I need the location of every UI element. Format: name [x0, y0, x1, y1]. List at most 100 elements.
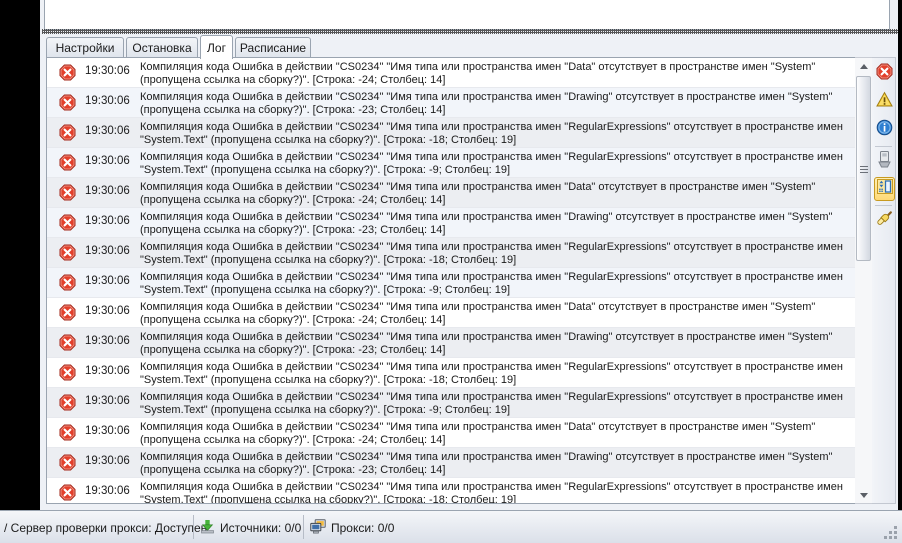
log-row-time: 19:30:06: [85, 95, 130, 107]
error-icon: [59, 94, 76, 111]
status-bar: / Сервер проверки прокси: Доступен Источ…: [0, 510, 902, 543]
table-row[interactable]: 19:30:06 Компиляция кода Ошибка в действи…: [47, 328, 858, 358]
table-row[interactable]: 19:30:06 Компиляция кода Ошибка в действи…: [47, 298, 858, 328]
log-toolbar: [872, 57, 896, 504]
status-proxy-count-label: Прокси: 0/0: [331, 520, 395, 535]
tab-label: Расписание: [239, 41, 307, 55]
info-filter-button[interactable]: [874, 118, 895, 142]
log-row-message: Компиляция кода Ошибка в действии "CS023…: [140, 271, 843, 297]
table-row[interactable]: 19:30:06 Компиляция кода Ошибка в действи…: [47, 418, 858, 448]
status-proxy-server: / Сервер проверки прокси: Доступен: [4, 519, 207, 536]
broom-clear-icon: [876, 210, 894, 233]
scrollbar-thumb[interactable]: [856, 76, 871, 261]
info-filter-icon: [876, 119, 893, 141]
log-row-time: 19:30:06: [85, 365, 130, 377]
log-row-time: 19:30:06: [85, 485, 130, 497]
log-row-time: 19:30:06: [85, 275, 130, 287]
table-row[interactable]: 19:30:06 Компиляция кода Ошибка в действи…: [47, 268, 858, 298]
tab-2[interactable]: Остановка: [126, 37, 198, 58]
log-rows-container: 19:30:06 Компиляция кода Ошибка в действи…: [47, 58, 858, 504]
log-row-message: Компиляция кода Ошибка в действии "CS023…: [140, 121, 843, 147]
table-row[interactable]: 19:30:06 Компиляция кода Ошибка в действи…: [47, 388, 858, 418]
screen: Настройки Остановка Лог Расписание 19:30:06…: [0, 0, 902, 543]
log-row-message: Компиляция кода Ошибка в действии "CS023…: [140, 481, 843, 504]
log-row-time: 19:30:06: [85, 425, 130, 437]
log-row-message: Компиляция кода Ошибка в действии "CS023…: [140, 211, 833, 237]
status-sources-label: Источники: 0/0: [220, 520, 302, 535]
window-body: Настройки Остановка Лог Расписание 19:30:06…: [40, 0, 898, 510]
log-row-time: 19:30:06: [85, 245, 130, 257]
status-separator-1: [193, 515, 194, 539]
warning-filter-icon: [876, 91, 893, 113]
table-row[interactable]: 19:30:06 Компиляция кода Ошибка в действи…: [47, 58, 858, 88]
table-row[interactable]: 19:30:06 Компиляция кода Ошибка в действи…: [47, 178, 858, 208]
download-tray-icon: [200, 519, 215, 537]
error-icon: [59, 274, 76, 291]
table-row[interactable]: 19:30:06 Компиляция кода Ошибка в действи…: [47, 88, 858, 118]
scroll-down-button[interactable]: [855, 487, 872, 503]
error-icon: [59, 394, 76, 411]
error-icon: [59, 484, 76, 501]
tab-1[interactable]: Настройки: [46, 37, 124, 58]
log-row-message: Компиляция кода Ошибка в действии "CS023…: [140, 181, 816, 207]
upper-content-panel: [44, 0, 890, 30]
log-row-message: Компиляция кода Ошибка в действии "CS023…: [140, 361, 843, 387]
resize-grip-icon[interactable]: [884, 526, 897, 539]
log-row-message: Компиляция кода Ошибка в действии "CS023…: [140, 91, 833, 117]
log-row-time: 19:30:06: [85, 395, 130, 407]
scroll-lock-button[interactable]: [874, 150, 895, 174]
status-proxy-server-label: / Сервер проверки прокси: Доступен: [4, 520, 208, 535]
tab-4[interactable]: Расписание: [235, 37, 311, 58]
error-icon: [59, 364, 76, 381]
table-row[interactable]: 19:30:06 Компиляция кода Ошибка в действи…: [47, 148, 858, 178]
autoscroll-icon: [876, 179, 893, 199]
scroll-up-button[interactable]: [855, 58, 872, 74]
tab-label: Остановка: [132, 41, 192, 55]
table-row[interactable]: 19:30:06 Компиляция кода Ошибка в действи…: [47, 208, 858, 238]
log-row-message: Компиляция кода Ошибка в действии "CS023…: [140, 151, 843, 177]
warning-filter-button[interactable]: [874, 90, 895, 114]
error-icon: [59, 244, 76, 261]
error-icon: [59, 304, 76, 321]
error-icon: [59, 334, 76, 351]
log-row-time: 19:30:06: [85, 65, 130, 77]
log-row-message: Компиляция кода Ошибка в действии "CS023…: [140, 331, 833, 357]
scrollbar-grip-icon: [860, 164, 868, 173]
log-row-message: Компиляция кода Ошибка в действии "CS023…: [140, 391, 843, 417]
error-icon: [59, 454, 76, 471]
table-row[interactable]: 19:30:06 Компиляция кода Ошибка в действи…: [47, 448, 858, 478]
triangle-up-icon: [859, 63, 868, 69]
tab-label: Настройки: [55, 41, 115, 55]
log-row-time: 19:30:06: [85, 125, 130, 137]
log-row-message: Компиляция кода Ошибка в действии "CS023…: [140, 61, 816, 87]
clear-log-button[interactable]: [874, 209, 895, 233]
error-icon: [59, 124, 76, 141]
table-row[interactable]: 19:30:06 Компиляция кода Ошибка в действи…: [47, 238, 858, 268]
status-separator-2: [303, 515, 304, 539]
status-proxy-count: Прокси: 0/0: [310, 518, 395, 537]
panel-splitter[interactable]: [42, 29, 898, 34]
log-vertical-scrollbar[interactable]: [855, 57, 872, 504]
tab-3[interactable]: Лог: [200, 35, 233, 59]
triangle-down-icon: [859, 492, 868, 498]
error-filter-icon: [876, 63, 893, 85]
autoscroll-button[interactable]: [874, 177, 895, 201]
log-row-time: 19:30:06: [85, 305, 130, 317]
table-row[interactable]: 19:30:06 Компиляция кода Ошибка в действи…: [47, 478, 858, 504]
error-icon: [59, 424, 76, 441]
error-icon: [59, 64, 76, 81]
log-row-message: Компиляция кода Ошибка в действии "CS023…: [140, 241, 843, 267]
log-list[interactable]: 19:30:06 Компиляция кода Ошибка в действи…: [46, 57, 859, 504]
log-row-time: 19:30:06: [85, 185, 130, 197]
log-row-time: 19:30:06: [85, 155, 130, 167]
tab-label: Лог: [207, 40, 226, 55]
log-row-message: Компиляция кода Ошибка в действии "CS023…: [140, 451, 833, 477]
table-row[interactable]: 19:30:06 Компиляция кода Ошибка в действи…: [47, 118, 858, 148]
monitors-icon: [310, 518, 326, 537]
scroll-lock-icon: [876, 150, 893, 174]
log-row-time: 19:30:06: [85, 335, 130, 347]
log-row-message: Компиляция кода Ошибка в действии "CS023…: [140, 301, 816, 327]
error-filter-button[interactable]: [874, 62, 895, 86]
status-sources: Источники: 0/0: [200, 519, 301, 536]
table-row[interactable]: 19:30:06 Компиляция кода Ошибка в действи…: [47, 358, 858, 388]
